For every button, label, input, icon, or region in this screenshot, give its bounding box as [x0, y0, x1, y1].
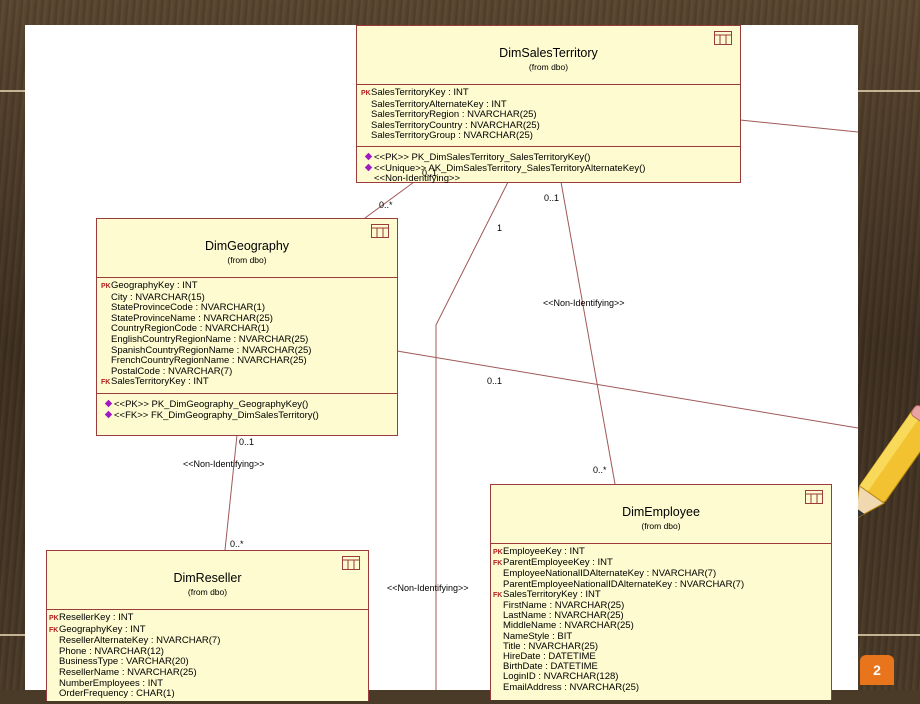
pk-marker: PK	[361, 90, 371, 97]
entity-schema: (from dbo)	[641, 521, 681, 531]
entity-header: DimGeography (from dbo)	[97, 219, 397, 278]
entity-name: DimGeography	[204, 239, 290, 253]
multiplicity-label: 1	[497, 223, 503, 233]
entity-dimsalesterritory[interactable]: DimSalesTerritory (from dbo) PKSalesTerr…	[356, 25, 741, 184]
stereotype-label: <<Non-Identifying>>	[387, 583, 469, 593]
operation-row: <<FK>> FK_DimGeography_DimSalesTerritory…	[104, 410, 391, 422]
attribute-list: PKGeographyKey : INT City : NVARCHAR(15)…	[97, 278, 397, 394]
entity-schema: (from dbo)	[528, 62, 569, 72]
connector-geo-employee	[396, 350, 858, 429]
operation-list: <<PK>> PK_DimGeography_GeographyKey() <<…	[97, 394, 397, 425]
multiplicity-label: 0..1	[544, 193, 560, 203]
entity-dimreseller[interactable]: DimReseller (from dbo) PKResellerKey : I…	[46, 550, 369, 701]
entity-dimemployee[interactable]: DimEmployee (from dbo) PKEmployeeKey : I…	[490, 484, 832, 700]
entity-header: DimEmployee (from dbo)	[491, 485, 831, 544]
operation-diamond-icon	[364, 163, 373, 171]
operation-diamond-icon	[364, 152, 373, 161]
connector-geo-reseller	[224, 434, 238, 551]
pencil-decoration	[858, 405, 920, 521]
stereotype-label: <<Non-Identifying>>	[543, 298, 625, 308]
multiplicity-label: 0..1	[239, 437, 255, 447]
connector-territory-right	[739, 119, 858, 133]
multiplicity-label: 0..*	[230, 539, 244, 549]
operation-diamond-icon	[104, 399, 113, 408]
entity-name: DimReseller	[173, 571, 242, 585]
attribute-row: SalesTerritoryGroup : NVARCHAR(25)	[371, 130, 533, 142]
diagram-page: DimSalesTerritory (from dbo) PKSalesTerr…	[25, 25, 858, 701]
attribute-row: OrderFrequency : CHAR(1)	[59, 688, 175, 700]
table-icon	[714, 31, 732, 45]
attribute-row: FKSalesTerritoryKey : INT	[101, 376, 209, 388]
entity-schema: (from dbo)	[187, 587, 228, 597]
entity-header: DimReseller (from dbo)	[47, 551, 368, 610]
connector-territory-employee	[560, 181, 616, 485]
entity-schema: (from dbo)	[227, 255, 267, 265]
table-icon	[342, 556, 360, 570]
attribute-list: PKSalesTerritoryKey : INT SalesTerritory…	[357, 85, 740, 147]
multiplicity-label: 0..1	[422, 168, 438, 178]
attribute-list: PKEmployeeKey : INT FKParentEmployeeKey …	[491, 544, 831, 697]
multiplicity-label: 0..*	[593, 465, 607, 475]
multiplicity-label: 0..1	[487, 376, 503, 386]
operation-row: <<Non-Identifying>>	[374, 173, 461, 185]
page-number-badge: 2	[860, 655, 894, 685]
multiplicity-label: 0..*	[379, 200, 393, 210]
entity-name: DimEmployee	[622, 505, 700, 519]
operation-list: <<PK>> PK_DimSalesTerritory_SalesTerrito…	[357, 147, 740, 189]
table-icon	[371, 224, 389, 238]
entity-name: DimSalesTerritory	[499, 46, 598, 60]
attribute-row: EmailAddress : NVARCHAR(25)	[503, 681, 640, 693]
operation-diamond-icon	[104, 410, 113, 418]
stereotype-label: <<Non-Identifying>>	[183, 459, 265, 469]
entity-header: DimSalesTerritory (from dbo)	[357, 26, 740, 85]
table-icon	[805, 490, 823, 504]
entity-dimgeography[interactable]: DimGeography (from dbo) PKGeographyKey :…	[96, 218, 398, 436]
